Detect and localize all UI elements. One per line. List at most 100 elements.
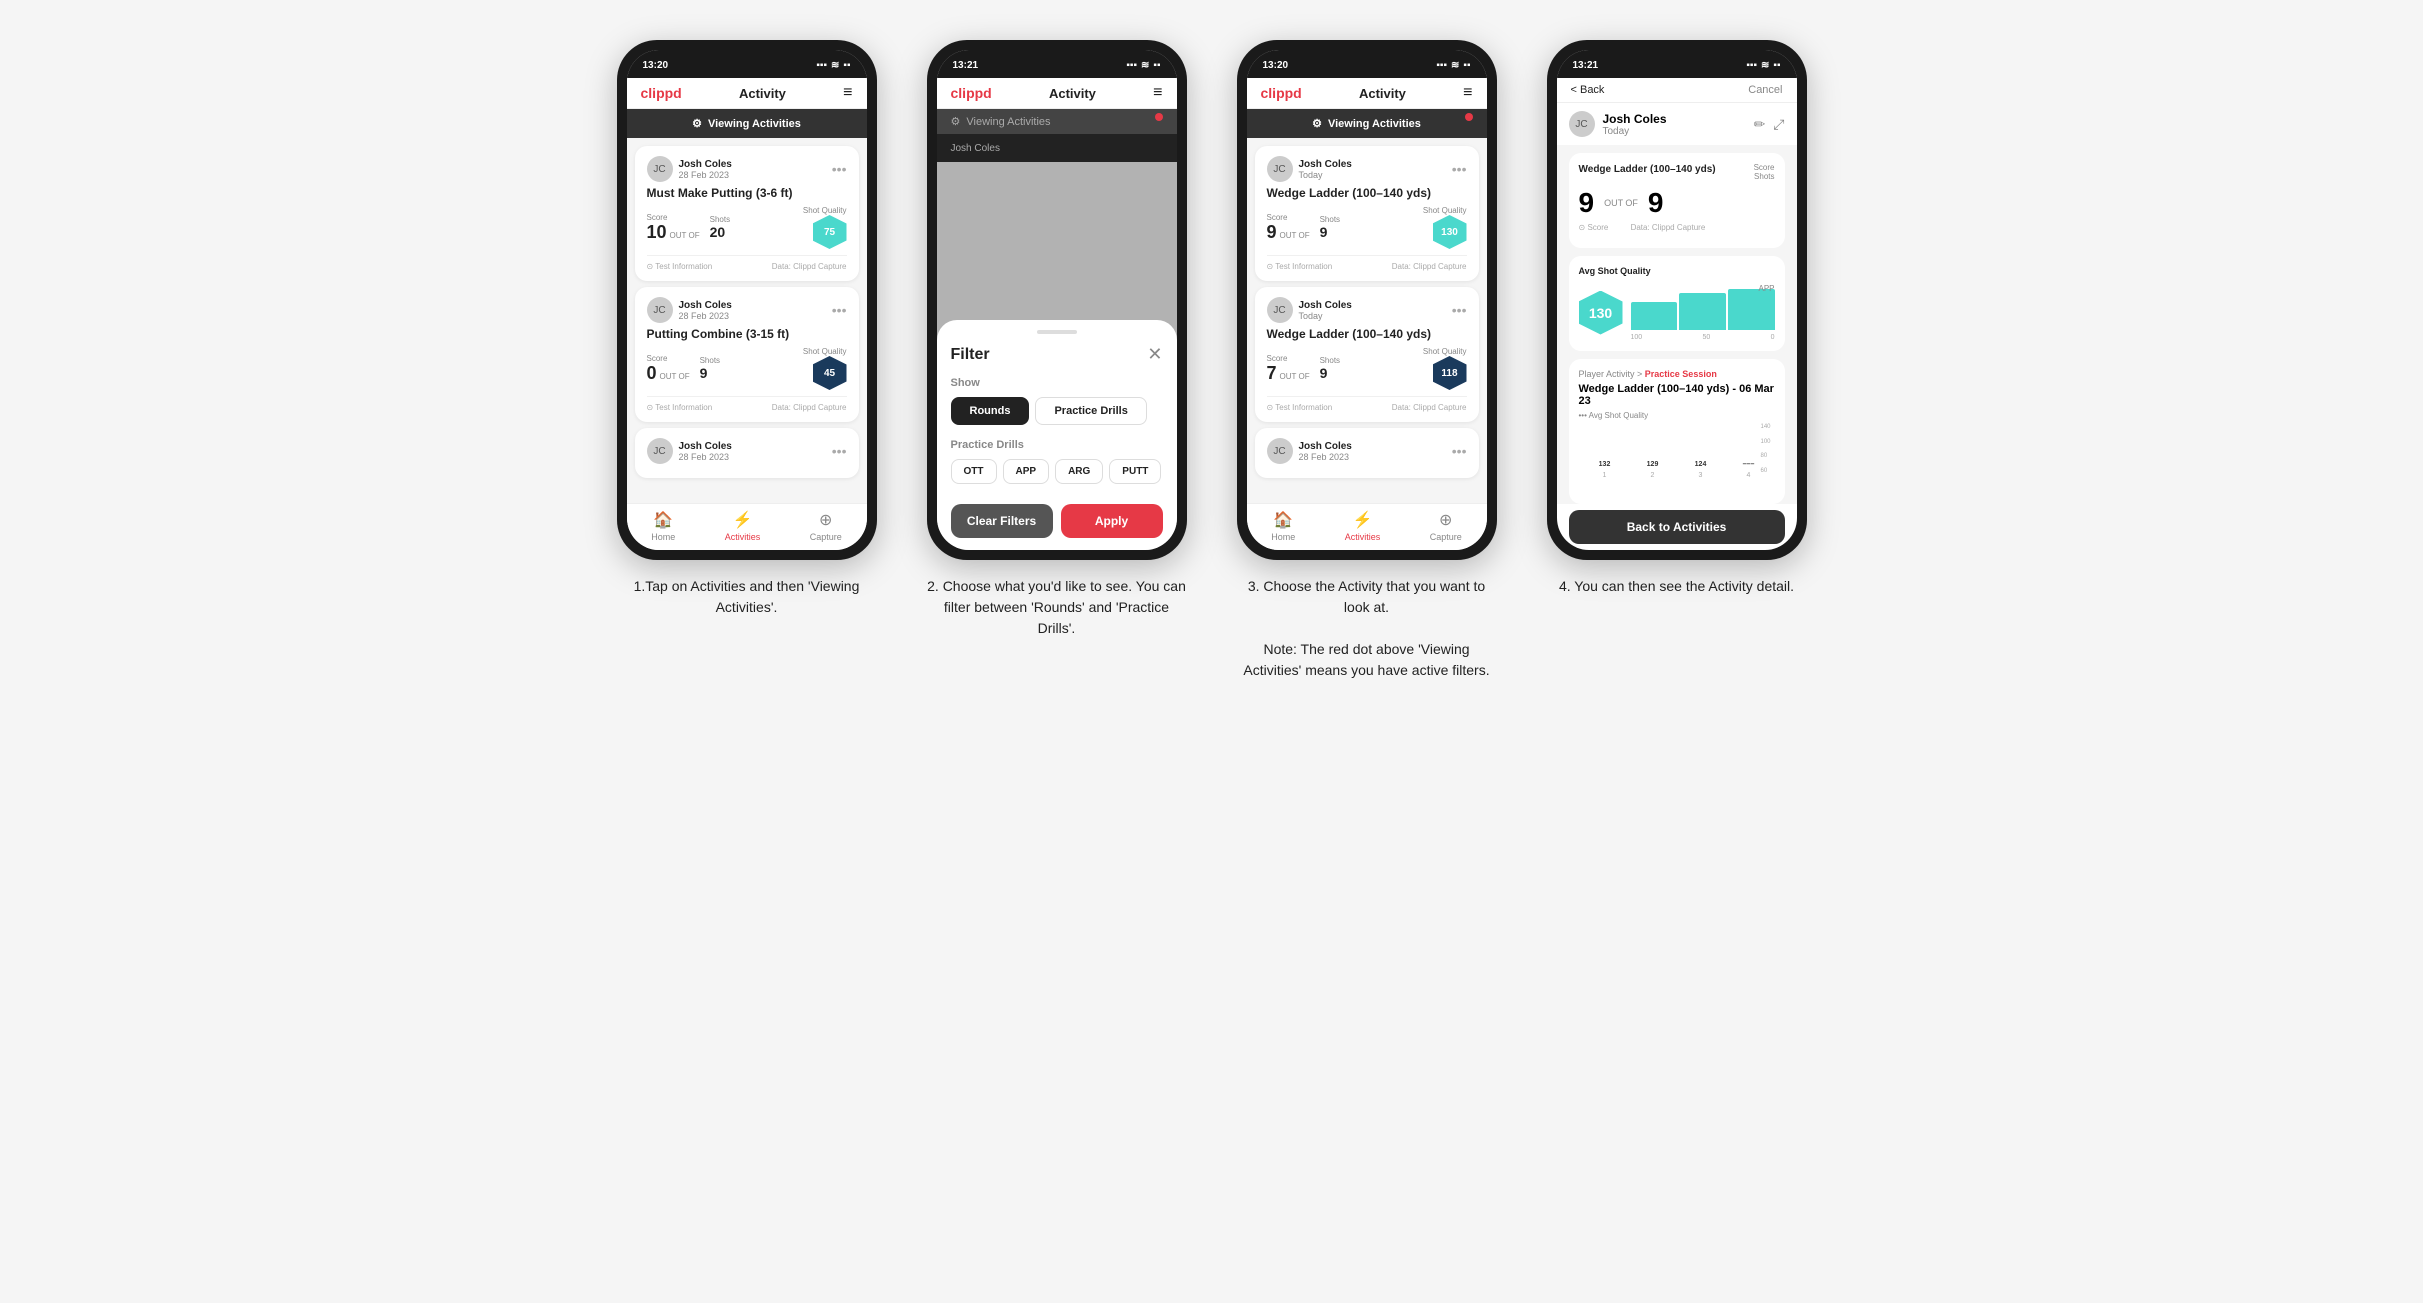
capture-icon-3: ⊕ bbox=[1439, 510, 1452, 530]
battery-icon-3: ▪▪ bbox=[1463, 60, 1470, 71]
score-big: 9 bbox=[1579, 187, 1595, 219]
nav-title-2: Activity bbox=[1049, 86, 1096, 101]
phone-4-screen: 13:21 ▪▪▪ ≋ ▪▪ < Back Cancel JC bbox=[1557, 50, 1797, 550]
drill-filter-buttons: OTT APP ARG PUTT bbox=[951, 459, 1163, 484]
signal-icon: ▪▪▪ bbox=[816, 60, 827, 71]
bar-1: 132 1 bbox=[1583, 461, 1627, 479]
bottom-nav-capture-1[interactable]: ⊕ Capture bbox=[810, 510, 842, 542]
nav-title-1: Activity bbox=[739, 86, 786, 101]
bottom-nav-3: 🏠 Home ⚡ Activities ⊕ Capture bbox=[1247, 503, 1487, 550]
rounds-button[interactable]: Rounds bbox=[951, 397, 1030, 425]
bottom-nav-capture-3[interactable]: ⊕ Capture bbox=[1430, 510, 1462, 542]
nav-bar-2: clippd Activity ≡ bbox=[937, 78, 1177, 109]
practice-session-tag: Player Activity > Practice Session bbox=[1579, 369, 1775, 379]
menu-icon-1[interactable]: ≡ bbox=[843, 84, 852, 102]
ott-button[interactable]: OTT bbox=[951, 459, 997, 484]
avatar-3-3: JC bbox=[1267, 438, 1293, 464]
activities-icon-1: ⚡ bbox=[733, 510, 753, 530]
detail-icons: ✏ ⤢ bbox=[1754, 116, 1785, 133]
bottom-nav-activities-3[interactable]: ⚡ Activities bbox=[1345, 510, 1381, 542]
phone-2-column: 13:21 ▪▪▪ ≋ ▪▪ clippd Activity ≡ ⚙ Vie bbox=[917, 40, 1197, 639]
activity-card-3-2[interactable]: JC Josh Coles Today ••• Wedge Ladder (10… bbox=[1255, 287, 1479, 422]
bottom-nav-home-1[interactable]: 🏠 Home bbox=[651, 510, 675, 542]
bar-2-small bbox=[1679, 293, 1726, 330]
expand-icon[interactable]: ⤢ bbox=[1773, 116, 1784, 133]
user-info-1-2: JC Josh Coles 28 Feb 2023 bbox=[647, 297, 732, 323]
wifi-icon-3: ≋ bbox=[1451, 60, 1459, 71]
red-dot-2 bbox=[1155, 113, 1163, 121]
wifi-icon-4: ≋ bbox=[1761, 60, 1769, 71]
scroll-content-1: JC Josh Coles 28 Feb 2023 ••• Must Make … bbox=[627, 138, 867, 503]
bottom-nav-home-3[interactable]: 🏠 Home bbox=[1271, 510, 1295, 542]
putt-button[interactable]: PUTT bbox=[1109, 459, 1161, 484]
user-name-1-1: Josh Coles bbox=[679, 159, 732, 170]
filter-close-button[interactable]: ✕ bbox=[1147, 344, 1162, 365]
drill-detail-title: Wedge Ladder (100–140 yds) - 06 Mar 23 bbox=[1579, 383, 1775, 407]
time-1: 13:20 bbox=[643, 60, 669, 71]
nav-title-3: Activity bbox=[1359, 86, 1406, 101]
apply-button[interactable]: Apply bbox=[1061, 504, 1163, 538]
arg-button[interactable]: ARG bbox=[1055, 459, 1103, 484]
time-2: 13:21 bbox=[953, 60, 979, 71]
quality-badge-1-2: 45 bbox=[813, 356, 847, 390]
avg-quality-row: 130 APP 100 50 bbox=[1579, 284, 1775, 341]
viewing-activities-bar-1[interactable]: ⚙ Viewing Activities bbox=[627, 109, 867, 138]
bottom-nav-activities-1[interactable]: ⚡ Activities bbox=[725, 510, 761, 542]
activity-card-1-1[interactable]: JC Josh Coles 28 Feb 2023 ••• Must Make … bbox=[635, 146, 859, 281]
gear-icon-3: ⚙ bbox=[1312, 117, 1322, 130]
score-card-header: Wedge Ladder (100–140 yds) Score Shots bbox=[1579, 163, 1775, 181]
practice-session-card: Player Activity > Practice Session Wedge… bbox=[1569, 359, 1785, 504]
logo-3: clippd bbox=[1261, 85, 1302, 101]
viewing-activities-label-3: Viewing Activities bbox=[1328, 118, 1421, 130]
wifi-icon-2: ≋ bbox=[1141, 60, 1149, 71]
card-dots-1-1[interactable]: ••• bbox=[832, 161, 847, 177]
phone-1-screen: 13:20 ▪▪▪ ≋ ▪▪ clippd Activity ≡ ⚙ Vie bbox=[627, 50, 867, 550]
cancel-button[interactable]: Cancel bbox=[1748, 84, 1782, 96]
score-row: 9 OUT OF 9 bbox=[1579, 187, 1775, 219]
user-info-1-1: JC Josh Coles 28 Feb 2023 bbox=[647, 156, 732, 182]
edit-icon[interactable]: ✏ bbox=[1754, 116, 1766, 133]
activity-card-1-3[interactable]: JC Josh Coles 28 Feb 2023 ••• bbox=[635, 428, 859, 478]
card-title-4: Wedge Ladder (100–140 yds) bbox=[1579, 163, 1716, 176]
activity-card-3-1[interactable]: JC Josh Coles Today ••• Wedge Ladder (10… bbox=[1255, 146, 1479, 281]
caption-2: 2. Choose what you'd like to see. You ca… bbox=[927, 576, 1187, 639]
practice-drills-button[interactable]: Practice Drills bbox=[1035, 397, 1146, 425]
caption-3: 3. Choose the Activity that you want to … bbox=[1237, 576, 1497, 681]
clear-filters-button[interactable]: Clear Filters bbox=[951, 504, 1053, 538]
detail-user-row: JC Josh Coles Today ✏ ⤢ bbox=[1557, 103, 1797, 145]
small-chart bbox=[1631, 284, 1775, 334]
app-button[interactable]: APP bbox=[1003, 459, 1050, 484]
activity-card-3-3[interactable]: JC Josh Coles 28 Feb 2023 ••• bbox=[1255, 428, 1479, 478]
filter-title: Filter bbox=[951, 346, 990, 364]
bar-2: 129 2 bbox=[1631, 461, 1675, 479]
partial-card-top-2: Josh Coles bbox=[937, 134, 1177, 162]
filter-modal: Filter ✕ Show Rounds Practice Drills Pra… bbox=[937, 320, 1177, 550]
nav-bar-1: clippd Activity ≡ bbox=[627, 78, 867, 109]
home-icon-1: 🏠 bbox=[653, 510, 673, 530]
bar-chart: 132 1 129 2 124 bbox=[1579, 424, 1775, 494]
score-card: Wedge Ladder (100–140 yds) Score Shots 9… bbox=[1569, 153, 1785, 248]
time-4: 13:21 bbox=[1573, 60, 1599, 71]
nav-bar-3: clippd Activity ≡ bbox=[1247, 78, 1487, 109]
status-bar-4: 13:21 ▪▪▪ ≋ ▪▪ bbox=[1557, 50, 1797, 78]
detail-user-date: Today bbox=[1603, 126, 1667, 137]
avg-quality-card: Avg Shot Quality 130 APP bbox=[1569, 256, 1785, 351]
home-icon-3: 🏠 bbox=[1273, 510, 1293, 530]
back-button[interactable]: < Back bbox=[1571, 84, 1605, 96]
menu-icon-2[interactable]: ≡ bbox=[1153, 84, 1162, 102]
caption-1: 1.Tap on Activities and then 'Viewing Ac… bbox=[617, 576, 877, 618]
y-axis: 100 50 0 bbox=[1631, 334, 1775, 341]
activities-icon-3: ⚡ bbox=[1353, 510, 1373, 530]
card-dots-1-2[interactable]: ••• bbox=[832, 302, 847, 318]
bar-y-axis: 140 100 80 60 bbox=[1760, 424, 1770, 474]
phone-3-column: 13:20 ▪▪▪ ≋ ▪▪ clippd Activity ≡ ⚙ Viewi… bbox=[1227, 40, 1507, 681]
battery-icon-4: ▪▪ bbox=[1773, 60, 1780, 71]
back-to-activities-button[interactable]: Back to Activities bbox=[1569, 510, 1785, 544]
avatar-1-2: JC bbox=[647, 297, 673, 323]
status-icons-1: ▪▪▪ ≋ ▪▪ bbox=[816, 60, 850, 71]
card-stats-1-1: Score 10 OUT OF Shots 20 bbox=[647, 206, 847, 249]
caption-4: 4. You can then see the Activity detail. bbox=[1559, 576, 1794, 597]
viewing-activities-bar-3[interactable]: ⚙ Viewing Activities bbox=[1247, 109, 1487, 138]
activity-card-1-2[interactable]: JC Josh Coles 28 Feb 2023 ••• Putting Co… bbox=[635, 287, 859, 422]
menu-icon-3[interactable]: ≡ bbox=[1463, 84, 1472, 102]
